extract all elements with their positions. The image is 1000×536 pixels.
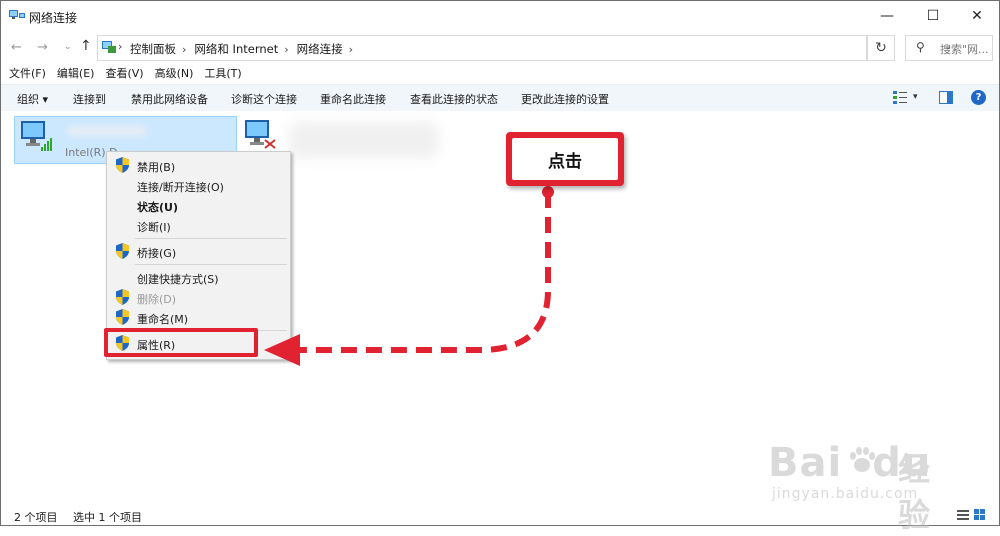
- breadcrumb-chevron-icon[interactable]: ›: [182, 43, 186, 56]
- menu-separator: [135, 238, 287, 239]
- menu-separator: [135, 264, 287, 265]
- menu-view[interactable]: 查看(V): [105, 65, 143, 83]
- uac-shield-icon: [116, 157, 129, 173]
- minimize-button[interactable]: —: [865, 1, 909, 31]
- search-input[interactable]: ⚲ 搜索"网...: [905, 35, 993, 61]
- baidu-jingyan-watermark: Bai du 经验 jingyan.baidu.com: [768, 440, 958, 534]
- connection-name-blurred: [67, 125, 147, 137]
- context-item-label: 状态(U): [137, 201, 178, 214]
- control-panel-icon: [102, 41, 116, 53]
- close-button[interactable]: ✕: [955, 1, 999, 31]
- baidu-paw-icon: [850, 447, 875, 472]
- maximize-button[interactable]: ☐: [911, 1, 955, 31]
- preview-pane-icon[interactable]: [939, 91, 953, 104]
- recent-locations-chevron-icon[interactable]: ⌄: [64, 42, 72, 52]
- network-connections-icon: [9, 10, 25, 19]
- context-item-rename[interactable]: 重命名(M): [107, 307, 290, 327]
- uac-shield-icon: [116, 309, 129, 325]
- context-item-delete: 删除(D): [107, 287, 290, 307]
- command-bar: 组织 ▾ 连接到 禁用此网络设备 诊断这个连接 重命名此连接 查看此连接的状态 …: [1, 84, 999, 112]
- connection-name-blurred: [289, 122, 439, 158]
- address-row: ← → ⌄ ↑ › 控制面板 › 网络和 Internet › 网络连接 › ⌄…: [1, 31, 999, 65]
- help-icon: ?: [975, 92, 982, 103]
- search-placeholder: 搜索"网...: [940, 43, 989, 56]
- breadcrumb-control-panel[interactable]: 控制面板: [130, 41, 176, 57]
- context-item-label: 删除(D): [137, 293, 177, 306]
- details-view-icon[interactable]: [957, 508, 987, 522]
- selected-count: 选中 1 个项目: [73, 511, 142, 524]
- wireless-adapter-icon: [21, 121, 52, 151]
- context-item-bridge[interactable]: 桥接(G): [107, 241, 290, 261]
- forward-arrow-icon[interactable]: →: [37, 40, 48, 55]
- ethernet-adapter-icon: [245, 120, 276, 149]
- context-item-label: 桥接(G): [137, 247, 177, 260]
- callout-text: 点击: [512, 138, 618, 180]
- context-item-create-shortcut[interactable]: 创建快捷方式(S): [107, 267, 290, 287]
- search-icon: ⚲: [916, 40, 925, 54]
- diagnose-connection-button[interactable]: 诊断这个连接: [231, 91, 297, 107]
- maximize-icon: ☐: [926, 8, 940, 24]
- refresh-icon: ↻: [875, 40, 887, 56]
- disable-device-button[interactable]: 禁用此网络设备: [131, 91, 208, 107]
- menu-bar: 文件(F) 编辑(E) 查看(V) 高级(N) 工具(T): [1, 65, 999, 83]
- up-arrow-icon[interactable]: ↑: [80, 38, 92, 54]
- view-dropdown-icon[interactable]: ▾: [913, 92, 918, 102]
- properties-highlight-box: [104, 328, 258, 357]
- title-bar: 网络连接 — ☐ ✕: [1, 1, 999, 31]
- help-button[interactable]: ?: [971, 90, 986, 105]
- connect-to-button[interactable]: 连接到: [73, 91, 106, 107]
- breadcrumb-root-chevron-icon[interactable]: ›: [118, 40, 122, 53]
- context-item-label: 连接/断开连接(O): [137, 181, 224, 194]
- context-item-label: 重命名(M): [137, 313, 189, 326]
- context-item-connect-disconnect[interactable]: 连接/断开连接(O): [107, 175, 290, 195]
- watermark-url: jingyan.baidu.com: [772, 486, 919, 502]
- menu-edit[interactable]: 编辑(E): [57, 65, 95, 83]
- close-icon: ✕: [971, 8, 983, 24]
- organize-button[interactable]: 组织 ▾: [17, 91, 48, 107]
- item-count: 2 个项目: [14, 511, 58, 524]
- menu-file[interactable]: 文件(F): [9, 65, 46, 83]
- annotation-callout: 点击: [506, 132, 624, 186]
- minimize-icon: —: [880, 8, 894, 24]
- context-item-diagnose[interactable]: 诊断(I): [107, 215, 290, 235]
- context-item-label: 禁用(B): [137, 161, 176, 174]
- breadcrumb-network-internet[interactable]: 网络和 Internet: [194, 41, 278, 57]
- context-item-label: 诊断(I): [137, 221, 171, 234]
- back-arrow-icon[interactable]: ←: [11, 40, 22, 55]
- context-item-status[interactable]: 状态(U): [107, 195, 290, 215]
- window-title: 网络连接: [29, 11, 78, 25]
- breadcrumb: 控制面板 › 网络和 Internet › 网络连接 ›: [130, 41, 361, 57]
- rename-connection-button[interactable]: 重命名此连接: [320, 91, 386, 107]
- change-settings-button[interactable]: 更改此连接的设置: [521, 91, 609, 107]
- uac-shield-icon: [116, 289, 129, 305]
- breadcrumb-chevron-icon[interactable]: ›: [349, 43, 353, 56]
- view-status-button[interactable]: 查看此连接的状态: [410, 91, 498, 107]
- breadcrumb-network-connections[interactable]: 网络连接: [297, 41, 343, 57]
- breadcrumb-chevron-icon[interactable]: ›: [284, 43, 288, 56]
- refresh-button[interactable]: ↻: [867, 35, 895, 61]
- address-bar[interactable]: › 控制面板 › 网络和 Internet › 网络连接 › ⌄: [97, 35, 952, 61]
- menu-tools[interactable]: 工具(T): [204, 65, 241, 83]
- context-item-disable[interactable]: 禁用(B): [107, 155, 290, 175]
- uac-shield-icon: [116, 243, 129, 259]
- view-options-icon[interactable]: [893, 91, 907, 104]
- menu-advanced[interactable]: 高级(N): [155, 65, 194, 83]
- context-item-label: 创建快捷方式(S): [137, 273, 219, 286]
